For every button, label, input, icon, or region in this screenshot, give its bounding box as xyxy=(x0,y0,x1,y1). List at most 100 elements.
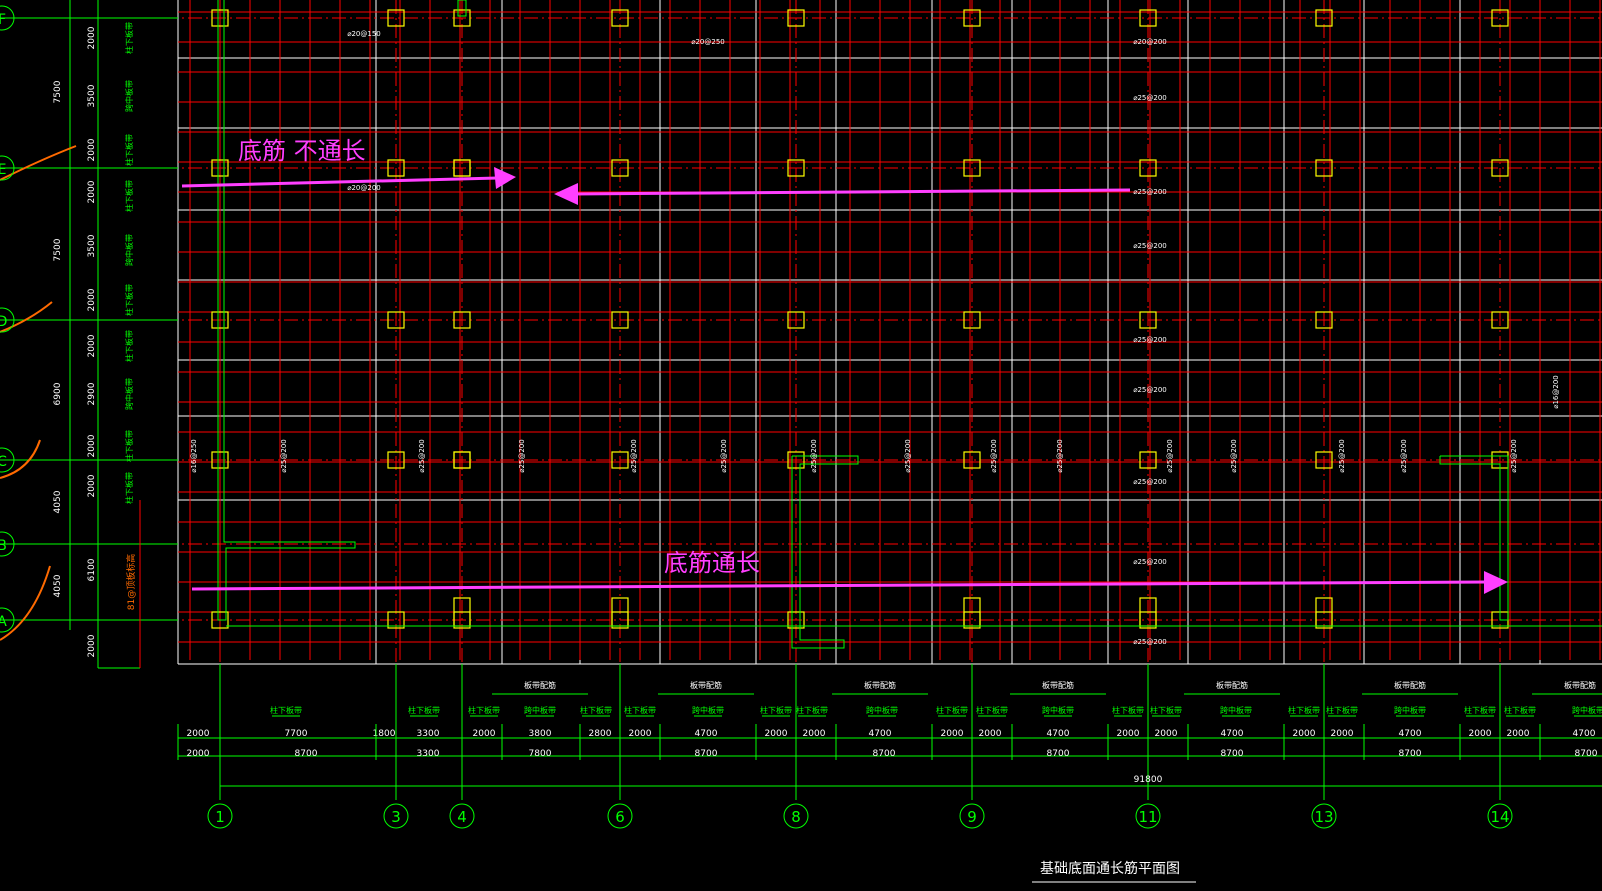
axis-label-8: 8 xyxy=(791,808,801,826)
rebar-label-h: ⌀25@200 xyxy=(1133,638,1166,646)
axis-label-3: 3 xyxy=(391,808,401,826)
strip-label: 柱下板带 xyxy=(580,705,612,715)
dim-row2-value: 8700 xyxy=(873,749,896,759)
strip-label: 柱下板带 xyxy=(1150,705,1182,715)
left-strip-label: 跨中板带 xyxy=(124,378,134,410)
dim-row1-value: 2000 xyxy=(473,729,496,739)
left-dim-inner-value: 2000 xyxy=(87,180,97,203)
left-strip-label: 柱下板带 xyxy=(124,180,134,212)
left-dim-inner-value: 6100 xyxy=(87,558,97,581)
left-dim-inner-value: 2000 xyxy=(87,434,97,457)
strip-group-label: 板带配筋 xyxy=(864,680,896,690)
left-dim-inner-value: 2000 xyxy=(87,138,97,161)
dim-row2-value: 3300 xyxy=(417,749,440,759)
rebar-label-h: ⌀25@200 xyxy=(1133,94,1166,102)
dim-row1-value: 2000 xyxy=(1507,729,1530,739)
left-dim-outer-value: 4050 xyxy=(53,490,63,513)
rebar-label-v: ⌀25@200 xyxy=(990,439,998,472)
strip-label: 跨中板带 xyxy=(1572,705,1602,715)
dim-row1-value: 3300 xyxy=(417,729,440,739)
axis-label-6: 6 xyxy=(615,808,625,826)
left-dim-inner-value: 2000 xyxy=(87,334,97,357)
strip-group-label: 板带配筋 xyxy=(1042,680,1074,690)
left-dim-outer-value: 7500 xyxy=(53,80,63,103)
left-dim-inner-value: 2000 xyxy=(87,288,97,311)
left-strip-label: 柱下板带 xyxy=(124,22,134,54)
strip-label: 柱下板带 xyxy=(408,705,440,715)
rebar-label-v: ⌀25@200 xyxy=(1400,439,1408,472)
dim-row1-value: 2000 xyxy=(765,729,788,739)
left-dim-inner-value: 3500 xyxy=(87,84,97,107)
rebar-label-v: ⌀25@200 xyxy=(904,439,912,472)
strip-label: 跨中板带 xyxy=(866,705,898,715)
axis-label-D: D xyxy=(0,314,7,330)
strip-label: 柱下板带 xyxy=(1464,705,1496,715)
rebar-label-v: ⌀25@200 xyxy=(1338,439,1346,472)
canvas-background xyxy=(0,0,1602,891)
strip-label: 柱下板带 xyxy=(270,705,302,715)
axis-label-C: C xyxy=(0,454,7,470)
axis-label-4: 4 xyxy=(457,808,467,826)
dim-row1-value: 3800 xyxy=(529,729,552,739)
rebar-label-v: ⌀25@200 xyxy=(630,439,638,472)
axis-label-11: 11 xyxy=(1138,808,1157,826)
left-dim-inner-value: 3500 xyxy=(87,234,97,257)
dim-row1-value: 2000 xyxy=(803,729,826,739)
left-dim-inner-value: 2000 xyxy=(87,474,97,497)
dim-row2-value: 7800 xyxy=(529,749,552,759)
left-strip-label: 跨中板带 xyxy=(124,80,134,112)
left-strip-label: 柱下板带 xyxy=(124,284,134,316)
left-strip-label: 柱下板带 xyxy=(124,472,134,504)
rebar-label-h: ⌀25@200 xyxy=(1133,386,1166,394)
dim-row1-value: 2000 xyxy=(1331,729,1354,739)
axis-label-A: A xyxy=(0,614,7,630)
strip-group-label: 板带配筋 xyxy=(524,680,556,690)
left-dim-outer-value: 7500 xyxy=(53,238,63,261)
strip-label: 柱下板带 xyxy=(936,705,968,715)
strip-group-label: 板带配筋 xyxy=(690,680,722,690)
left-dim-outer-value: 4050 xyxy=(53,574,63,597)
strip-label: 柱下板带 xyxy=(760,705,792,715)
left-strip-label: 跨中板带 xyxy=(124,234,134,266)
rebar-label-v: ⌀25@200 xyxy=(280,439,288,472)
axis-label-14: 14 xyxy=(1490,808,1509,826)
rebar-label-v: ⌀16@200 xyxy=(1552,375,1560,408)
rebar-label-h: ⌀20@250 xyxy=(691,38,724,46)
rebar-label-v: ⌀25@200 xyxy=(1056,439,1064,472)
left-dim-inner-value: 2000 xyxy=(87,26,97,49)
rebar-label-v: ⌀16@250 xyxy=(190,439,198,472)
rebar-label-v: ⌀25@200 xyxy=(1510,439,1518,472)
rebar-label-v: ⌀25@200 xyxy=(418,439,426,472)
dim-row1-value: 2000 xyxy=(1469,729,1492,739)
axis-label-F: F xyxy=(0,12,6,28)
rebar-label-h: ⌀25@200 xyxy=(1133,478,1166,486)
dim-row1-value: 4700 xyxy=(1221,729,1244,739)
dim-row1-value: 2000 xyxy=(187,729,210,739)
dim-row1-value: 2000 xyxy=(1117,729,1140,739)
dim-row2-value: 8700 xyxy=(1047,749,1070,759)
left-strip-label: 柱下板带 xyxy=(124,134,134,166)
cad-drawing-canvas[interactable]: 1 3 4 6 8 9 11 13 14 FEDCBA 2000 7700 1800 3300 2000… xyxy=(0,0,1602,891)
dim-row2-value: 8700 xyxy=(1221,749,1244,759)
left-strip-label: 柱下板带 xyxy=(124,330,134,362)
left-dim-inner-value: 2900 xyxy=(87,382,97,405)
dim-row1-value: 4700 xyxy=(695,729,718,739)
axis-label-13: 13 xyxy=(1314,808,1333,826)
drawing-title: 基础底面通长筋平面图 xyxy=(1040,860,1180,877)
axis-label-B: B xyxy=(0,538,7,554)
dim-row1-value: 7700 xyxy=(285,729,308,739)
dim-row2-value: 2000 xyxy=(187,749,210,759)
left-elev-label: 81@顶板标高 xyxy=(125,554,137,610)
dim-row1-value: 2000 xyxy=(629,729,652,739)
left-dim-inner-value: 2000 xyxy=(87,634,97,657)
dim-row2-value: 8700 xyxy=(1575,749,1598,759)
dim-row1-value: 2000 xyxy=(979,729,1002,739)
strip-label: 跨中板带 xyxy=(1220,705,1252,715)
strip-label: 柱下板带 xyxy=(1504,705,1536,715)
annotation-text-continuous: 底筋通长 xyxy=(664,549,760,577)
rebar-label-h: ⌀25@200 xyxy=(1133,242,1166,250)
strip-label: 柱下板带 xyxy=(1326,705,1358,715)
annotation-text-not-continuous: 底筋 不通长 xyxy=(238,137,366,165)
dim-total-value: 91800 xyxy=(1134,775,1163,785)
strip-label: 跨中板带 xyxy=(524,705,556,715)
